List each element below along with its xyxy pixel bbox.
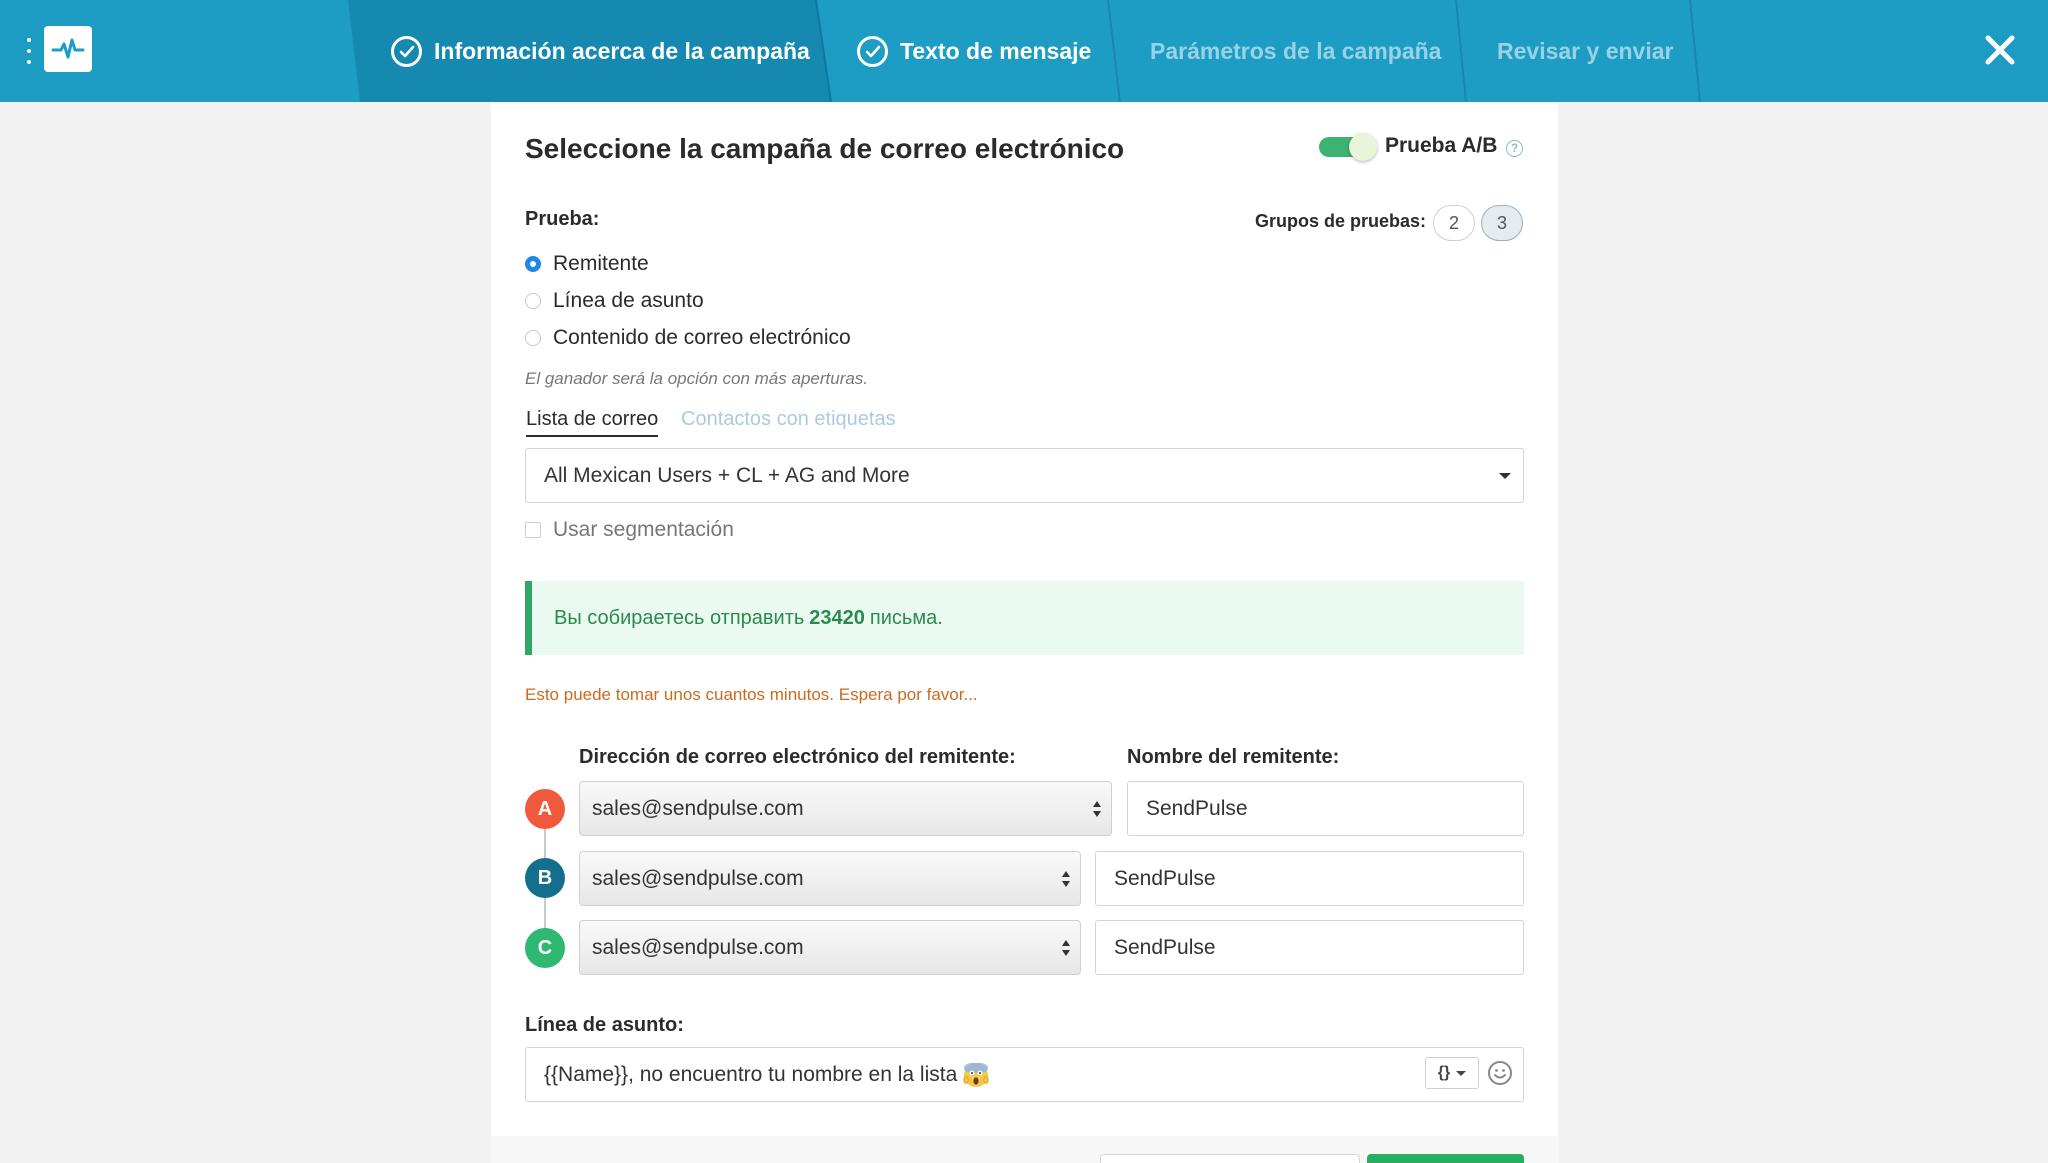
close-icon[interactable] xyxy=(1980,30,2020,70)
kebab-menu-icon[interactable] xyxy=(26,38,32,64)
sender-email-value: sales@sendpulse.com xyxy=(592,796,804,820)
alert-prefix: Вы собираетесь отправить xyxy=(554,606,805,629)
step-campaign-params[interactable]: Parámetros de la campaña xyxy=(1150,0,1441,102)
radio-option-email-content[interactable]: Contenido de correo electrónico xyxy=(525,324,851,352)
subject-line-label: Línea de asunto: xyxy=(525,1014,684,1036)
chevron-down-icon xyxy=(1499,473,1511,479)
sender-email-select-a[interactable]: sales@sendpulse.com xyxy=(579,781,1112,836)
variant-c-badge: C xyxy=(525,928,565,968)
select-arrows-icon xyxy=(1093,801,1101,817)
primary-footer-button[interactable] xyxy=(1367,1154,1524,1163)
radio-button[interactable] xyxy=(525,330,541,346)
segmentation-label: Usar segmentación xyxy=(553,518,734,541)
step-campaign-info[interactable]: Información acerca de la campaña xyxy=(391,0,810,102)
test-group-3-button[interactable]: 3 xyxy=(1481,205,1523,241)
recipient-count: 23420 xyxy=(809,606,865,629)
sender-name-input-b[interactable]: SendPulse xyxy=(1095,851,1524,906)
subject-line-value: {{Name}}, no encuentro tu nombre en la l… xyxy=(544,1062,958,1086)
sender-email-value: sales@sendpulse.com xyxy=(592,935,804,959)
send-count-alert: Вы собираетесь отправить 23420 письма. xyxy=(525,581,1524,655)
variant-connector xyxy=(544,828,546,861)
mailing-list-select[interactable]: All Mexican Users + CL + AG and More xyxy=(525,448,1524,503)
test-groups-label: Grupos de pruebas: xyxy=(1255,211,1427,231)
step-label: Revisar y enviar xyxy=(1497,37,1674,64)
pulse-logo-icon[interactable] xyxy=(44,26,92,72)
smiley-icon[interactable] xyxy=(1487,1060,1513,1086)
ab-test-label: Prueba A/B xyxy=(1385,134,1498,157)
screaming-face-emoji xyxy=(963,1062,989,1087)
alert-suffix: письма. xyxy=(869,606,943,629)
sender-email-select-b[interactable]: sales@sendpulse.com xyxy=(579,851,1081,906)
tab-mailing-list[interactable]: Lista de correo xyxy=(526,408,659,437)
radio-button[interactable] xyxy=(525,293,541,309)
sender-name-label: Nombre del remitente: xyxy=(1127,746,1340,768)
variant-connector xyxy=(544,897,546,931)
winner-hint: El ganador será la opción con más apertu… xyxy=(525,369,869,388)
subject-line-input[interactable]: {{Name}}, no encuentro tu nombre en la l… xyxy=(525,1047,1524,1102)
radio-option-subject-line[interactable]: Línea de asunto xyxy=(525,287,704,315)
checkmark-circle-icon xyxy=(857,35,888,67)
test-group-2-button[interactable]: 2 xyxy=(1433,205,1475,241)
wizard-header: Información acerca de la campaña Texto d… xyxy=(0,0,2048,102)
sender-name-input-c[interactable]: SendPulse xyxy=(1095,920,1524,975)
sender-email-label: Dirección de correo electrónico del remi… xyxy=(579,746,1016,768)
mailing-list-value: All Mexican Users + CL + AG and More xyxy=(544,463,910,487)
select-arrows-icon xyxy=(1062,940,1070,956)
radio-label: Contenido de correo electrónico xyxy=(553,326,851,349)
merge-tags-button[interactable]: {} xyxy=(1425,1057,1479,1089)
variant-a-badge: A xyxy=(525,789,565,829)
sender-email-value: sales@sendpulse.com xyxy=(592,866,804,890)
sender-email-select-c[interactable]: sales@sendpulse.com xyxy=(579,920,1081,975)
sender-name-input-a[interactable]: SendPulse xyxy=(1127,781,1524,836)
test-label: Prueba: xyxy=(525,208,600,230)
radio-label: Línea de asunto xyxy=(553,289,704,312)
wizard-steps: Información acerca de la campaña Texto d… xyxy=(348,0,1708,102)
wait-warning: Esto puede tomar unos cuantos minutos. E… xyxy=(525,685,978,704)
tab-tagged-contacts[interactable]: Contactos con etiquetas xyxy=(681,408,896,435)
help-icon[interactable]: ? xyxy=(1506,140,1523,157)
step-label: Información acerca de la campaña xyxy=(434,37,810,64)
step-label: Texto de mensaje xyxy=(900,37,1092,64)
chevron-down-icon xyxy=(1456,1070,1467,1076)
variant-b-badge: B xyxy=(525,858,565,898)
select-arrows-icon xyxy=(1062,871,1070,887)
checkmark-circle-icon xyxy=(391,35,422,67)
step-review-send[interactable]: Revisar y enviar xyxy=(1497,0,1673,102)
segmentation-option[interactable]: Usar segmentación xyxy=(525,518,734,542)
step-label: Parámetros de la campaña xyxy=(1150,37,1442,64)
segmentation-checkbox[interactable] xyxy=(525,522,541,538)
secondary-footer-button[interactable] xyxy=(1100,1154,1360,1163)
ab-test-toggle[interactable] xyxy=(1319,133,1377,161)
radio-option-sender[interactable]: Remitente xyxy=(525,250,649,278)
page-title: Seleccione la campaña de correo electrón… xyxy=(525,133,1125,164)
radio-label: Remitente xyxy=(553,252,649,275)
step-message-text[interactable]: Texto de mensaje xyxy=(857,0,1091,102)
merge-tags-label: {} xyxy=(1437,1064,1451,1081)
radio-button[interactable] xyxy=(525,256,541,272)
